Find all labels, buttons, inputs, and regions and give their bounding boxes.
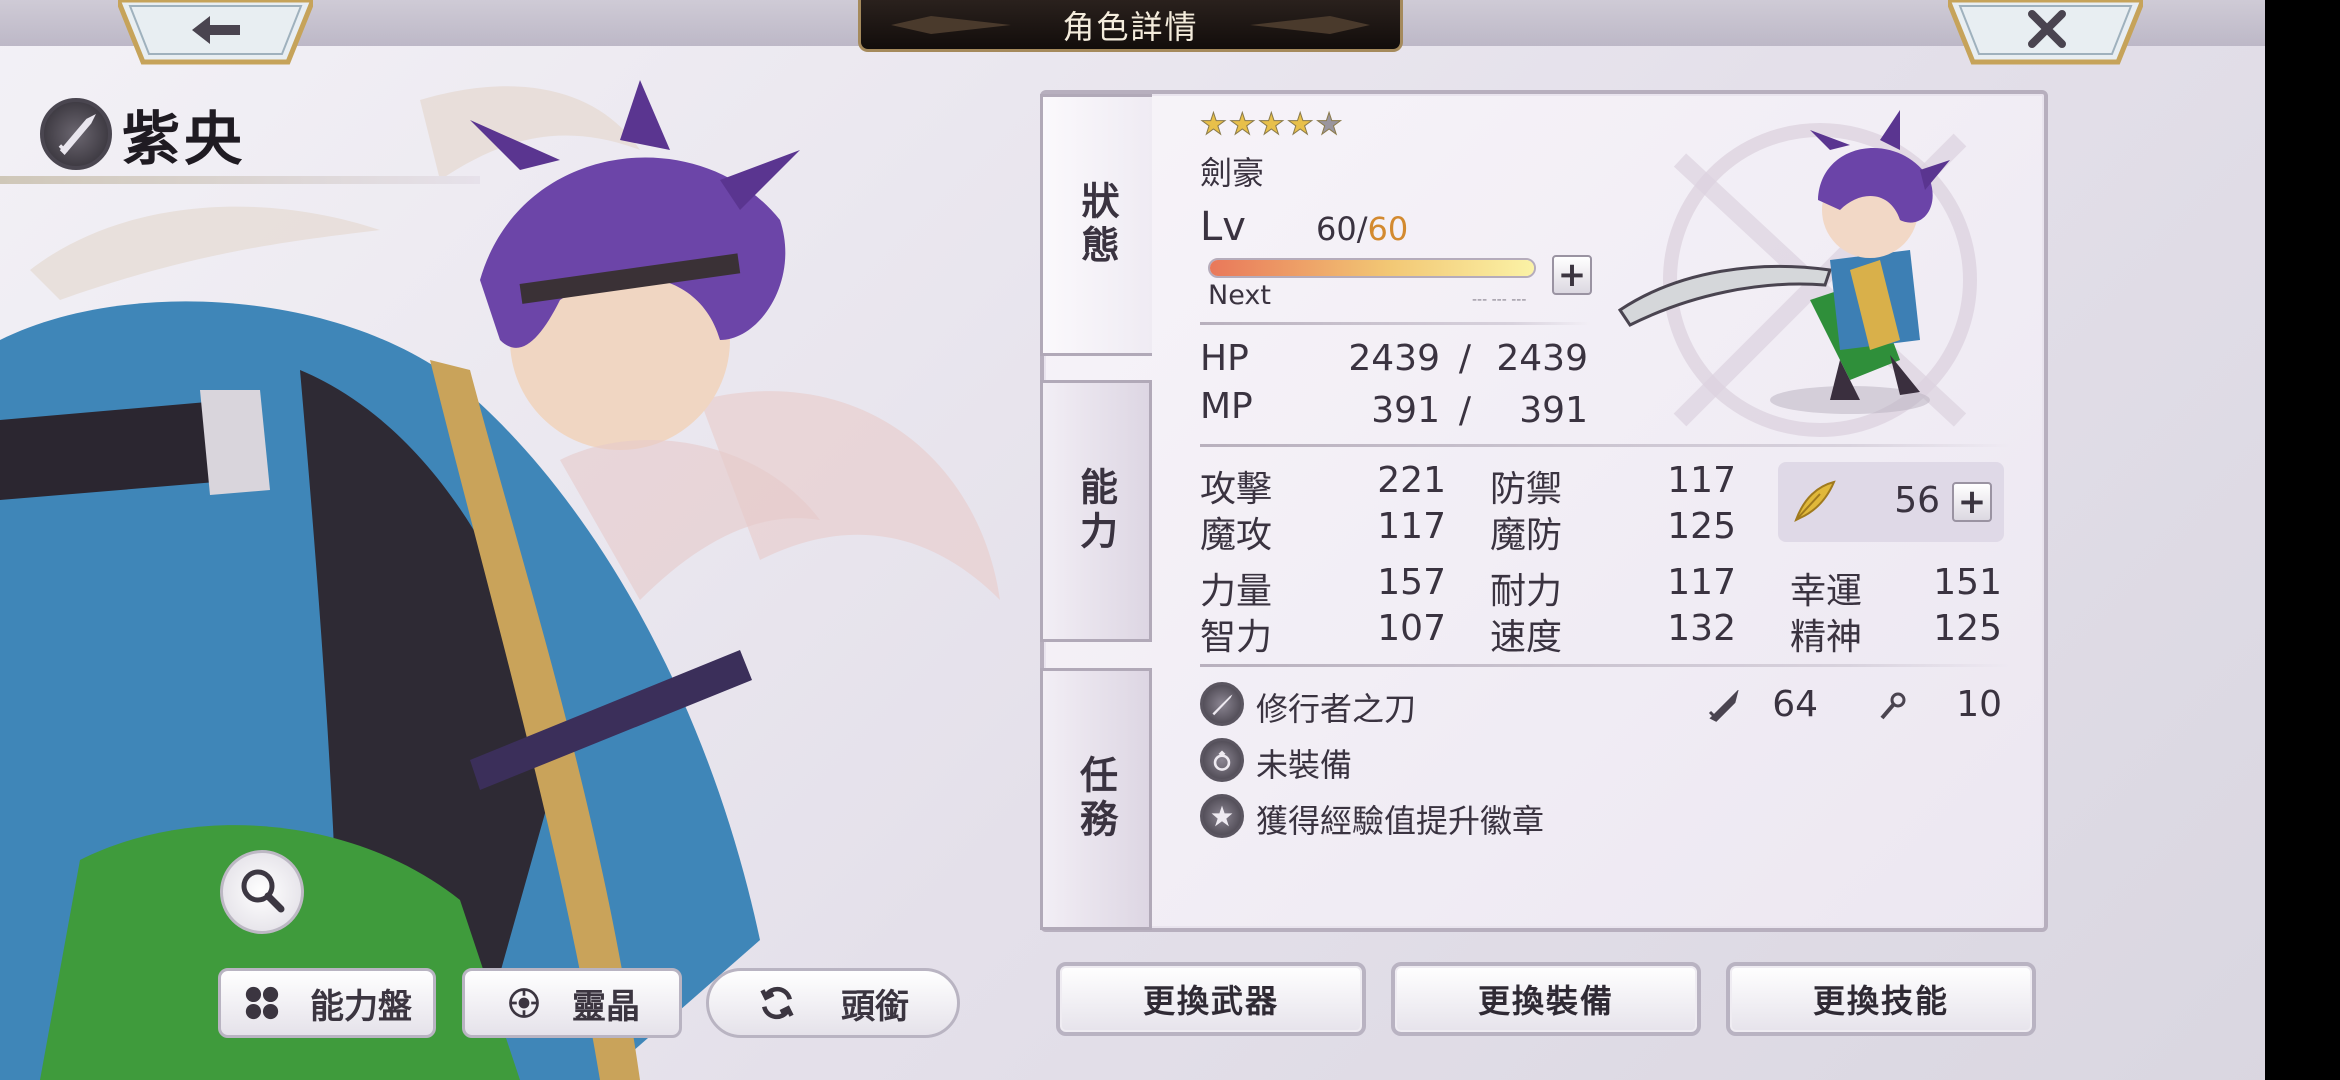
change-weapon-button[interactable]: 更換武器 (1056, 962, 1366, 1036)
mp-current: 391 (1371, 390, 1440, 431)
feather-icon (1790, 478, 1838, 526)
mp-separator: / (1458, 390, 1472, 431)
title-label: 頭銜 (841, 986, 909, 1027)
tab-ability[interactable]: 能力 (1040, 380, 1152, 642)
magic-defense-value: 125 (1667, 506, 1736, 547)
rarity-stars: ★ ★ ★ ★ ★ (1200, 107, 1344, 142)
magic-staff-icon (1878, 690, 1910, 722)
ability-board-label: 能力盤 (310, 986, 412, 1027)
strength-value: 157 (1377, 562, 1446, 603)
endurance-value: 117 (1667, 562, 1736, 603)
spirit-value: 125 (1933, 608, 2002, 649)
plus-icon: + (1557, 255, 1587, 295)
ornament-right (1250, 16, 1370, 34)
title-button[interactable]: 頭銜 (706, 968, 960, 1038)
feather-points: 56 (1894, 480, 1940, 521)
level-separator: / (1356, 210, 1368, 248)
change-equipment-button[interactable]: 更換裝備 (1391, 962, 1701, 1036)
intelligence-label: 智力 (1200, 617, 1273, 658)
feather-plus-button[interactable]: + (1952, 482, 1992, 522)
mp-label: MP (1200, 386, 1253, 427)
change-skill-button[interactable]: 更換技能 (1726, 962, 2036, 1036)
accessory-name[interactable]: 未裝備 (1256, 740, 1352, 786)
weapon-attack-icon (1708, 689, 1740, 722)
character-name-block: 紫央 (40, 92, 246, 176)
badge-slot-icon[interactable] (1200, 794, 1244, 838)
speed-label: 速度 (1490, 617, 1563, 658)
character-artwork (0, 40, 1100, 1080)
weapon-attack-value: 64 (1772, 684, 1818, 725)
luck-label: 幸運 (1790, 571, 1863, 612)
crystal-icon (504, 983, 544, 1023)
spirit-label: 精神 (1790, 617, 1863, 658)
weapon-name[interactable]: 修行者之刀 (1256, 684, 1416, 730)
character-name: 紫央 (122, 105, 247, 173)
intelligence-value: 107 (1377, 608, 1446, 649)
star-empty-icon: ★ (1315, 107, 1343, 142)
name-underline (0, 176, 480, 184)
magnifier-icon (237, 865, 287, 919)
strength-label: 力量 (1200, 571, 1273, 612)
game-screen: 角色詳情 紫央 能力盤 靈晶 頭銜 狀態 能力 任務 ★ ★ ★ ★ ★ 劍豪 … (0, 0, 2340, 1080)
attack-label: 攻擊 (1200, 469, 1273, 510)
divider (1200, 322, 1590, 325)
ornament-left (891, 16, 1011, 34)
character-chibi-portrait (1617, 110, 1950, 414)
spirit-crystal-label: 靈晶 (572, 986, 640, 1027)
tab-status[interactable]: 狀態 (1040, 94, 1152, 356)
weapon-magic-value: 10 (1956, 684, 2002, 725)
defense-label: 防禦 (1490, 469, 1563, 510)
luck-value: 151 (1933, 562, 2002, 603)
tab-mission[interactable]: 任務 (1040, 668, 1152, 930)
zoom-button[interactable] (220, 850, 304, 934)
badge-name[interactable]: 獲得經驗值提升徽章 (1256, 796, 1544, 842)
hp-current: 2439 (1348, 338, 1440, 379)
sword-class-icon (40, 98, 112, 170)
tab-mission-label: 任務 (1073, 755, 1119, 843)
star-filled-icon: ★ (1200, 107, 1228, 142)
level-max: 60 (1367, 210, 1409, 248)
magic-attack-value: 117 (1377, 506, 1446, 547)
screen-bezel (2265, 0, 2340, 1080)
tab-status-label: 狀態 (1075, 181, 1120, 269)
ability-board-icon (242, 983, 282, 1023)
spirit-crystal-button[interactable]: 靈晶 (462, 968, 682, 1038)
magic-attack-label: 魔攻 (1200, 515, 1273, 556)
change-skill-label: 更換技能 (1812, 982, 1949, 1020)
mp-max: 391 (1519, 390, 1588, 431)
level-progress-bar (1208, 258, 1536, 278)
star-filled-icon: ★ (1228, 107, 1256, 142)
magic-defense-label: 魔防 (1490, 515, 1563, 556)
hp-max: 2439 (1496, 338, 1588, 379)
star-filled-icon: ★ (1286, 107, 1314, 142)
level-progress-fill (1210, 260, 1534, 276)
divider (1200, 444, 2010, 447)
level-value: 60/60 (1316, 210, 1408, 248)
next-value: --- --- --- (1472, 292, 1527, 308)
ability-board-button[interactable]: 能力盤 (218, 968, 436, 1038)
level-current: 60 (1316, 210, 1357, 248)
close-button[interactable] (1945, 0, 2146, 66)
refresh-icon (757, 983, 797, 1023)
change-equipment-label: 更換裝備 (1477, 982, 1614, 1020)
defense-value: 117 (1667, 460, 1736, 501)
level-label: Lv (1200, 204, 1246, 250)
level-up-plus-button[interactable]: + (1552, 255, 1592, 295)
close-icon (2026, 8, 2068, 50)
next-label: Next (1208, 280, 1271, 311)
endurance-label: 耐力 (1490, 571, 1563, 612)
weapon-slot-icon[interactable] (1200, 682, 1244, 726)
divider (1200, 664, 2010, 667)
accessory-slot-icon[interactable] (1200, 738, 1244, 782)
attack-value: 221 (1377, 460, 1446, 501)
tab-ability-label: 能力 (1073, 467, 1119, 555)
hp-separator: / (1458, 338, 1472, 379)
star-filled-icon: ★ (1257, 107, 1285, 142)
hp-label: HP (1200, 338, 1249, 379)
plus-icon: + (1957, 482, 1987, 522)
speed-value: 132 (1667, 608, 1736, 649)
job-class: 劍豪 (1200, 154, 1265, 192)
feather-points-box: 56 + (1778, 462, 2004, 542)
change-weapon-label: 更換武器 (1142, 982, 1279, 1020)
